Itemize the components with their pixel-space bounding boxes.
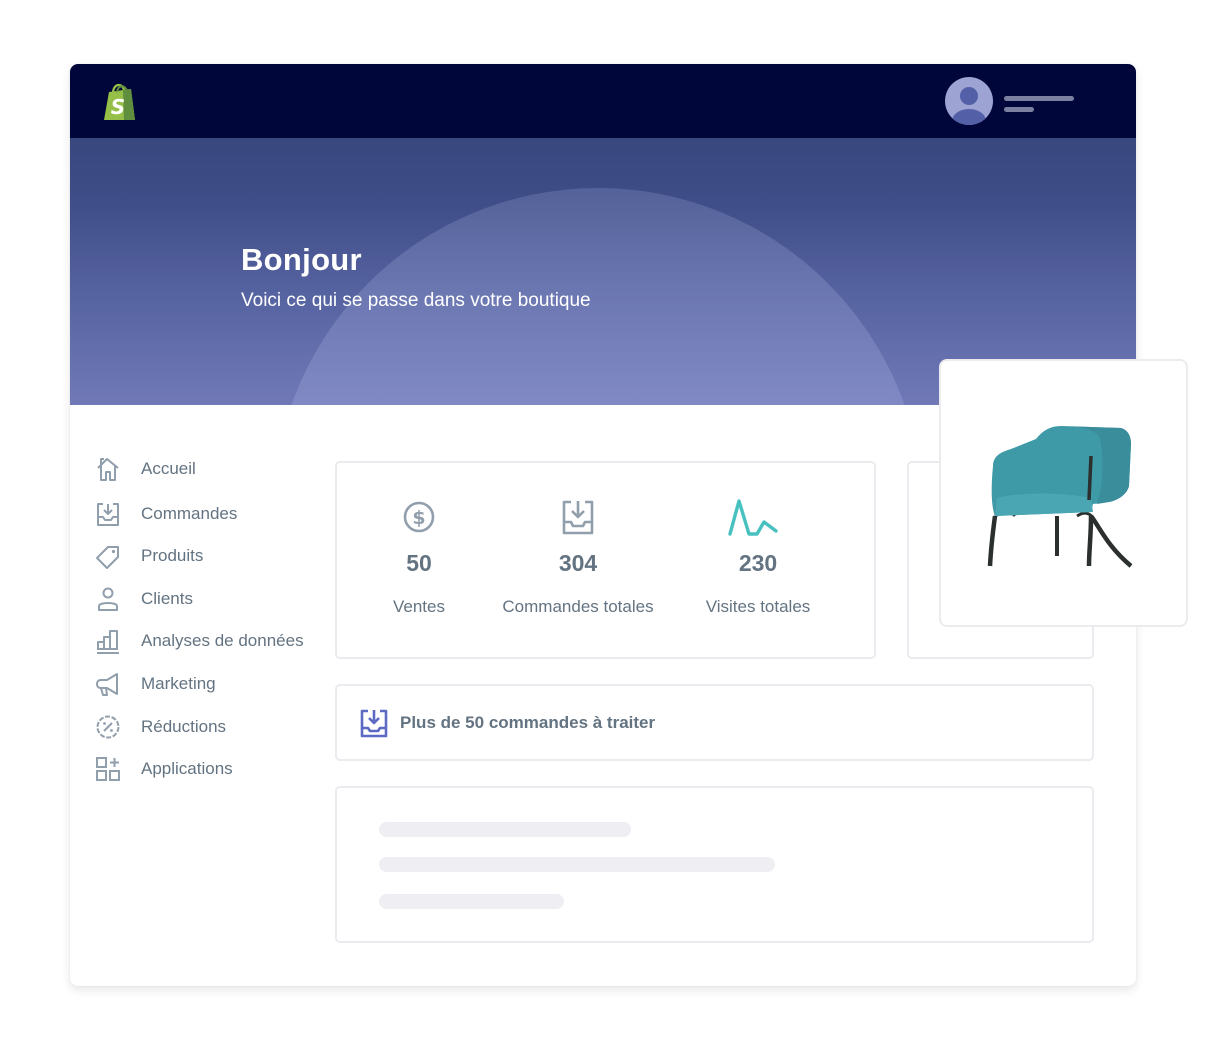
stat-value: 304 xyxy=(558,550,598,576)
stat-label: Visites totales xyxy=(705,597,811,616)
dollar-circle-icon: $ xyxy=(399,497,439,537)
sidebar-item-analyses[interactable]: Analyses de données xyxy=(94,626,304,656)
inbox-download-icon xyxy=(359,708,389,738)
skeleton-line xyxy=(379,894,564,909)
sidebar-item-label: Analyses de données xyxy=(141,631,304,650)
person-icon xyxy=(94,585,122,613)
stat-value: 50 xyxy=(406,550,432,576)
sidebar-item-label: Réductions xyxy=(141,717,227,736)
stat-label: Commandes totales xyxy=(502,597,654,616)
bar-chart-icon xyxy=(94,627,122,655)
stats-card: $ 50 Ventes 304 Commandes totales 230 Vi… xyxy=(335,461,876,659)
sidebar-item-reductions[interactable]: Réductions xyxy=(94,712,226,742)
sidebar-item-label: Marketing xyxy=(141,674,216,693)
sidebar-item-label: Produits xyxy=(141,546,204,565)
product-card[interactable] xyxy=(939,359,1188,627)
stat-visites-totales[interactable]: 230 Visites totales xyxy=(668,463,848,657)
megaphone-icon xyxy=(94,670,122,698)
page-subtitle: Voici ce qui se passe dans votre boutiqu… xyxy=(241,290,591,311)
sidebar-item-label: Applications xyxy=(141,759,233,778)
loading-placeholder-card xyxy=(335,786,1094,943)
sparkline-icon xyxy=(727,497,781,537)
alert-message: Plus de 50 commandes à traiter xyxy=(400,713,656,732)
skeleton-line xyxy=(379,822,631,837)
sidebar-item-commandes[interactable]: Commandes xyxy=(94,499,237,529)
user-name-line xyxy=(1004,96,1074,101)
sidebar-item-clients[interactable]: Clients xyxy=(94,584,193,614)
product-image-armchair xyxy=(981,416,1141,576)
svg-text:S: S xyxy=(111,95,125,119)
user-avatar-icon[interactable] xyxy=(945,77,993,125)
stat-value: 230 xyxy=(738,550,778,576)
inbox-download-icon xyxy=(94,500,122,528)
page-title: Bonjour xyxy=(241,242,362,277)
user-name-placeholder[interactable] xyxy=(1004,96,1074,118)
shopify-logo-icon[interactable]: S xyxy=(98,80,142,124)
sidebar-item-marketing[interactable]: Marketing xyxy=(94,669,216,699)
top-bar: S xyxy=(70,64,1136,138)
sidebar-item-label: Commandes xyxy=(141,504,238,523)
stat-ventes[interactable]: $ 50 Ventes xyxy=(329,463,509,657)
apps-icon xyxy=(94,755,122,783)
sidebar-item-accueil[interactable]: Accueil xyxy=(94,454,196,484)
discount-icon xyxy=(94,713,122,741)
orders-alert-card[interactable]: Plus de 50 commandes à traiter xyxy=(335,684,1094,761)
sidebar-item-label: Clients xyxy=(141,589,193,608)
tag-icon xyxy=(94,542,122,570)
user-subtitle-line xyxy=(1004,107,1034,112)
sidebar-item-produits[interactable]: Produits xyxy=(94,541,203,571)
sidebar-item-label: Accueil xyxy=(141,459,196,478)
skeleton-line xyxy=(379,857,775,872)
svg-text:$: $ xyxy=(412,507,425,529)
stat-label: Ventes xyxy=(393,597,445,616)
stat-commandes-totales[interactable]: 304 Commandes totales xyxy=(488,463,668,657)
inbox-download-icon xyxy=(558,497,598,537)
sidebar-item-applications[interactable]: Applications xyxy=(94,754,233,784)
home-icon xyxy=(94,455,122,483)
